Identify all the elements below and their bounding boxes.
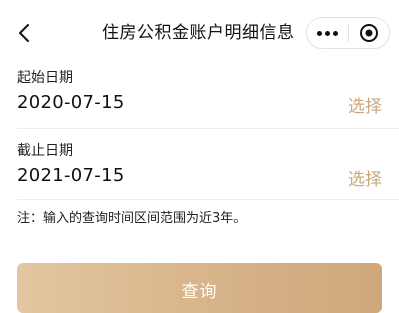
more-button[interactable] (307, 18, 348, 48)
start-date-label: 起始日期 (17, 70, 73, 86)
navigation-bar: 住房公积金账户明细信息 (0, 0, 399, 66)
target-circle-icon (360, 24, 378, 42)
more-dot (325, 30, 330, 36)
more-dot (333, 30, 338, 36)
field-divider (17, 199, 399, 200)
back-button[interactable] (12, 20, 36, 46)
start-date-value[interactable]: 2020-07-15 (17, 92, 125, 113)
range-note: 注：输入的查询时间区间范围为近3年。 (17, 211, 247, 226)
query-button[interactable]: 查询 (17, 263, 382, 313)
end-date-select-button[interactable]: 选择 (348, 165, 382, 190)
start-date-select-button[interactable]: 选择 (348, 92, 382, 117)
close-mini-program-button[interactable] (349, 18, 389, 48)
more-dot (317, 30, 322, 36)
field-divider (17, 128, 399, 129)
mini-program-capsule (306, 17, 390, 49)
chevron-left-icon (19, 24, 29, 42)
page-title: 住房公积金账户明细信息 (102, 23, 295, 43)
end-date-value[interactable]: 2021-07-15 (17, 165, 125, 186)
end-date-label: 截止日期 (17, 143, 73, 159)
